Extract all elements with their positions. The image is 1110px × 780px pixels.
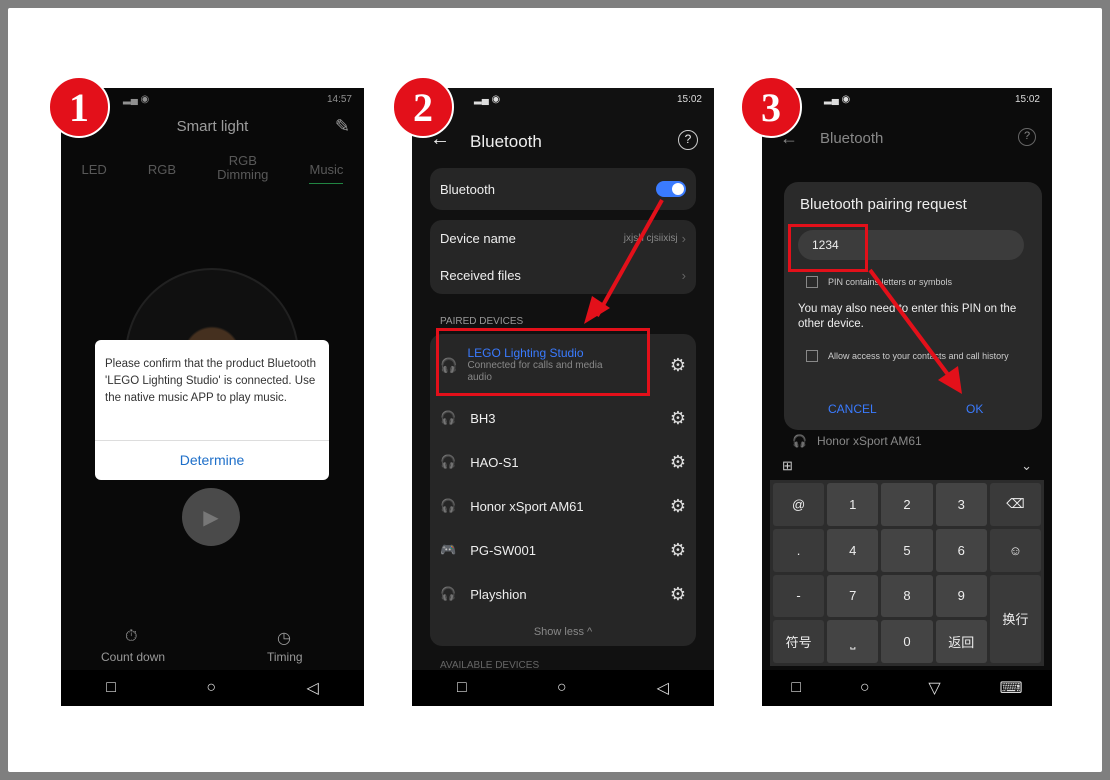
play-button[interactable]: ▶ (182, 488, 240, 546)
red-arrow (584, 199, 664, 324)
phone-pairing-request: ▂▄ ◉ 15:02 ← Bluetooth ? Bluetooth pairin… (762, 88, 1052, 706)
back-icon[interactable]: ◁ (306, 678, 318, 698)
countdown-icon[interactable]: ⏱ (125, 628, 137, 646)
determine-button[interactable]: Determine (95, 452, 329, 468)
recents-icon[interactable]: □ (106, 679, 116, 697)
recents-icon[interactable]: □ (457, 679, 467, 697)
home-icon[interactable]: ○ (557, 679, 567, 697)
back-icon[interactable]: ▽ (928, 678, 940, 698)
timing-label[interactable]: Timing (267, 650, 303, 664)
red-arrow (868, 268, 962, 394)
phone-smart-light: ▂▄ ◉ 14:57 Smart light ✎ LED RGB RGB Dimm… (61, 88, 364, 706)
step-badge-3: 3 (740, 76, 802, 138)
back-icon[interactable]: ◁ (657, 678, 669, 698)
keyboard-icon[interactable]: ⌨ (1000, 678, 1023, 698)
recents-icon[interactable]: □ (791, 679, 801, 697)
phone-bluetooth-list: ▂▄ ◉ 15:02 ← Bluetooth ? Bluetooth Device… (412, 88, 714, 706)
home-icon[interactable]: ○ (206, 679, 216, 697)
step-badge-2: 2 (392, 76, 454, 138)
home-icon[interactable]: ○ (860, 679, 870, 697)
nav-bar: □ ○ ▽ ⌨ (762, 670, 1052, 706)
step-badge-1: 1 (48, 76, 110, 138)
countdown-label[interactable]: Count down (101, 650, 165, 664)
timing-icon[interactable]: ◷ (277, 628, 291, 648)
confirm-dialog: Please confirm that the product Bluetoot… (95, 340, 329, 480)
nav-bar: □ ○ ◁ (412, 670, 714, 706)
dialog-message: Please confirm that the product Bluetoot… (105, 358, 316, 404)
nav-bar: □ ○ ◁ (61, 670, 364, 706)
